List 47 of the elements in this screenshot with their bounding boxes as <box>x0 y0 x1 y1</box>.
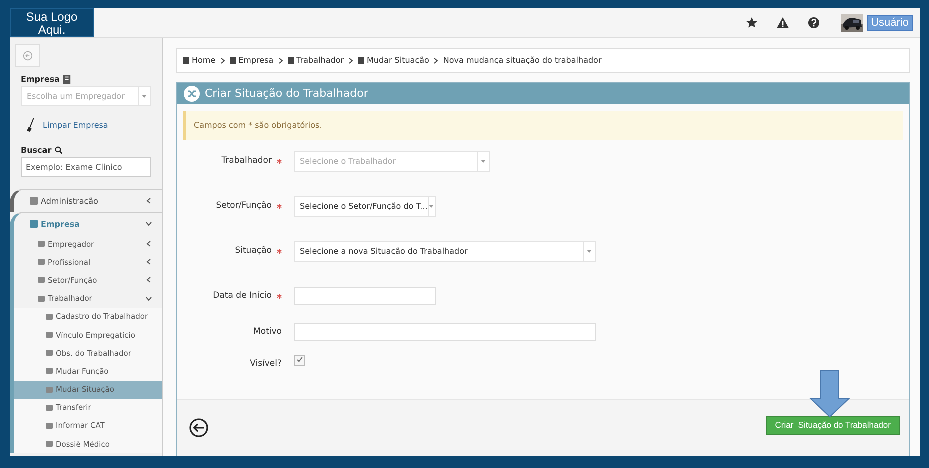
help-icon[interactable] <box>808 16 820 28</box>
input-field[interactable] <box>294 287 436 305</box>
chevron-right-icon <box>434 58 438 64</box>
back-icon <box>22 50 32 60</box>
search-label: Buscar <box>21 146 52 155</box>
clear-company-link[interactable]: Limpar Empresa <box>43 120 108 130</box>
breadcrumb-link[interactable]: Empresa <box>238 56 274 65</box>
chevron-right-icon <box>349 58 353 64</box>
caret-down-icon <box>142 94 147 98</box>
breadcrumb-link[interactable]: Mudar Situação <box>367 56 430 65</box>
chevron-left-icon <box>146 198 152 204</box>
down-arrow-icon <box>809 370 851 418</box>
warning-icon[interactable] <box>777 16 790 28</box>
chevron-right-icon <box>278 58 283 64</box>
field-label: Data de Início <box>213 291 272 301</box>
required-notice: Campos com * são obrigatórios. <box>183 111 903 140</box>
menu-item[interactable]: Administração <box>10 189 162 212</box>
caret-down-icon <box>587 250 592 252</box>
broom-icon <box>26 118 36 132</box>
search-icon <box>54 146 63 155</box>
field-label: Situação <box>235 246 272 256</box>
chevron-right-icon <box>220 58 225 64</box>
field-label: Visível? <box>250 359 282 369</box>
select-field[interactable]: Selecione a nova Situação do Trabalhador <box>294 240 596 262</box>
company-label: Empresa <box>21 75 60 84</box>
breadcrumb-link[interactable]: Nova mudança situação do trabalhador <box>443 56 602 65</box>
field-label: Trabalhador <box>222 156 272 166</box>
caret-down-icon <box>481 160 486 162</box>
back-icon[interactable] <box>189 418 209 438</box>
menu-item[interactable]: Empresa <box>10 212 162 235</box>
search-field[interactable]: Exemplo: Exame Clinico <box>21 157 151 177</box>
chevron-left-icon <box>146 277 152 284</box>
breadcrumb-link[interactable]: Home <box>192 56 216 65</box>
star-icon[interactable] <box>746 16 758 28</box>
chevron-left-icon <box>146 259 152 266</box>
input-field[interactable] <box>294 323 596 341</box>
chevron-down-icon <box>146 221 152 227</box>
field-label: Motivo <box>254 327 282 337</box>
field-label: Setor/Função <box>216 201 272 211</box>
panel-title: Criar Situação do Trabalhador <box>205 87 368 100</box>
logo: Sua Logo Aqui. <box>10 8 94 37</box>
chevron-down-icon <box>146 296 152 302</box>
breadcrumb-link[interactable]: Trabalhador <box>296 56 344 65</box>
chevron-left-icon <box>146 241 152 248</box>
caret-down-icon <box>429 204 434 208</box>
checkbox[interactable] <box>294 354 305 366</box>
select-field[interactable]: Selecione o Setor/Função do T... <box>294 196 436 216</box>
